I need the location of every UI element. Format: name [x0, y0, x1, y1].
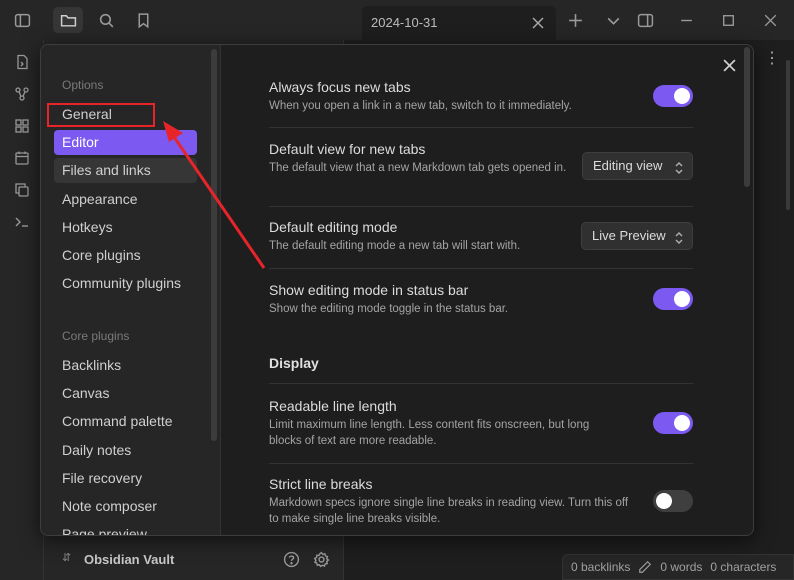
- default-view-dropdown[interactable]: Editing view: [582, 152, 693, 180]
- canvas-icon[interactable]: [12, 116, 32, 136]
- chevron-down-icon[interactable]: [601, 8, 625, 32]
- sidebar-item-file-recovery[interactable]: File recovery: [54, 466, 197, 491]
- new-tab-icon[interactable]: [563, 8, 587, 32]
- setting-name: Always focus new tabs: [269, 79, 411, 95]
- sidebar-item-files-and-links[interactable]: Files and links: [54, 158, 197, 183]
- section-display-title: Display: [269, 355, 319, 371]
- dropdown-value: Editing view: [593, 158, 663, 173]
- sidebar-item-appearance[interactable]: Appearance: [54, 187, 197, 212]
- maximize-icon[interactable]: [716, 8, 740, 32]
- tab-daily-note[interactable]: 2024-10-31: [362, 6, 556, 40]
- chevron-updown-icon: [674, 228, 684, 254]
- right-sidebar-toggle-icon[interactable]: [633, 8, 657, 32]
- setting-description: Limit maximum line length. Less content …: [269, 419, 590, 447]
- setting-readable-line-length: Readable line length Limit maximum line …: [269, 398, 614, 449]
- setting-description: Markdown specs ignore single line breaks…: [269, 497, 629, 525]
- settings-scrollbar[interactable]: [744, 47, 750, 187]
- folder-icon[interactable]: [53, 7, 83, 33]
- setting-name: Show editing mode in status bar: [269, 282, 469, 298]
- options-heading: Options: [62, 78, 104, 92]
- vault-name: Obsidian Vault: [84, 552, 175, 567]
- chevron-updown-icon: [674, 158, 684, 184]
- default-editing-mode-dropdown[interactable]: Live Preview: [581, 222, 693, 250]
- setting-name: Default view for new tabs: [269, 141, 426, 157]
- ribbon: [0, 40, 44, 580]
- editor-scrollbar[interactable]: [786, 60, 790, 210]
- setting-description: The default editing mode a new tab will …: [269, 240, 521, 252]
- backlinks-count[interactable]: 0 backlinks: [571, 560, 630, 574]
- terminal-icon[interactable]: [12, 212, 32, 232]
- character-count: 0 characters: [710, 560, 777, 574]
- calendar-icon[interactable]: [12, 148, 32, 168]
- setting-name: Strict line breaks: [269, 476, 373, 492]
- setting-strict-line-breaks: Strict line breaks Markdown specs ignore…: [269, 476, 634, 527]
- sidebar-item-editor[interactable]: Editor: [54, 130, 197, 155]
- setting-always-focus-new-tabs: Always focus new tabs When you open a li…: [269, 79, 693, 114]
- bookmark-icon[interactable]: [131, 8, 155, 32]
- edit-pencil-icon[interactable]: [638, 560, 652, 574]
- setting-default-editing-mode: Default editing mode The default editing…: [269, 219, 569, 254]
- graph-view-icon[interactable]: [12, 84, 32, 104]
- status-bar: 0 backlinks 0 words 0 characters: [562, 554, 794, 580]
- sidebar-toggle-icon[interactable]: [10, 8, 34, 32]
- sidebar-item-backlinks[interactable]: Backlinks: [54, 353, 197, 378]
- word-count: 0 words: [660, 560, 703, 574]
- close-modal-icon[interactable]: [719, 55, 739, 75]
- open-quick-switcher-icon[interactable]: [12, 52, 32, 72]
- always-focus-new-tabs-toggle[interactable]: [653, 85, 693, 107]
- setting-name: Readable line length: [269, 398, 397, 414]
- settings-gear-icon[interactable]: [312, 550, 330, 568]
- readable-line-length-toggle[interactable]: [653, 412, 693, 434]
- sidebar-item-core-plugins[interactable]: Core plugins: [54, 243, 197, 268]
- setting-name: Default editing mode: [269, 219, 398, 235]
- copy-icon[interactable]: [12, 180, 32, 200]
- title-bar: 2024-10-31: [0, 0, 794, 40]
- general-highlight-box: [47, 103, 155, 127]
- setting-description: The default view that a new Markdown tab…: [269, 162, 567, 174]
- core-plugins-heading: Core plugins: [62, 329, 130, 343]
- vault-switcher[interactable]: ⇵ Obsidian Vault: [44, 538, 344, 580]
- sidebar-item-hotkeys[interactable]: Hotkeys: [54, 215, 197, 240]
- setting-show-editing-mode: Show editing mode in status bar Show the…: [269, 282, 693, 317]
- sidebar-item-community-plugins[interactable]: Community plugins: [54, 271, 197, 296]
- strict-line-breaks-toggle[interactable]: [653, 490, 693, 512]
- help-icon[interactable]: [282, 550, 300, 568]
- close-tab-icon[interactable]: [528, 13, 548, 33]
- sidebar-scrollbar[interactable]: [211, 49, 217, 441]
- sidebar-item-canvas[interactable]: Canvas: [54, 381, 197, 406]
- setting-description: Show the editing mode toggle in the stat…: [269, 303, 509, 315]
- obsidian-app: 2024-10-31 ⇵ Obsidian Vault ⋮ 0 backlink…: [0, 0, 794, 580]
- show-editing-mode-toggle[interactable]: [653, 288, 693, 310]
- sidebar-item-page-preview[interactable]: Page preview: [54, 522, 197, 535]
- vault-chevron-icon: ⇵: [62, 552, 72, 564]
- sidebar-item-daily-notes[interactable]: Daily notes: [54, 438, 197, 463]
- sidebar-item-command-palette[interactable]: Command palette: [54, 409, 197, 434]
- close-window-icon[interactable]: [758, 8, 782, 32]
- more-options-icon[interactable]: ⋮: [764, 48, 780, 68]
- setting-description: When you open a link in a new tab, switc…: [269, 100, 572, 112]
- minimize-icon[interactable]: [674, 8, 698, 32]
- sidebar-item-note-composer[interactable]: Note composer: [54, 494, 197, 519]
- tab-title: 2024-10-31: [371, 15, 438, 30]
- dropdown-value: Live Preview: [592, 228, 666, 243]
- setting-default-view-new-tabs: Default view for new tabs The default vi…: [269, 141, 569, 176]
- search-icon[interactable]: [94, 8, 118, 32]
